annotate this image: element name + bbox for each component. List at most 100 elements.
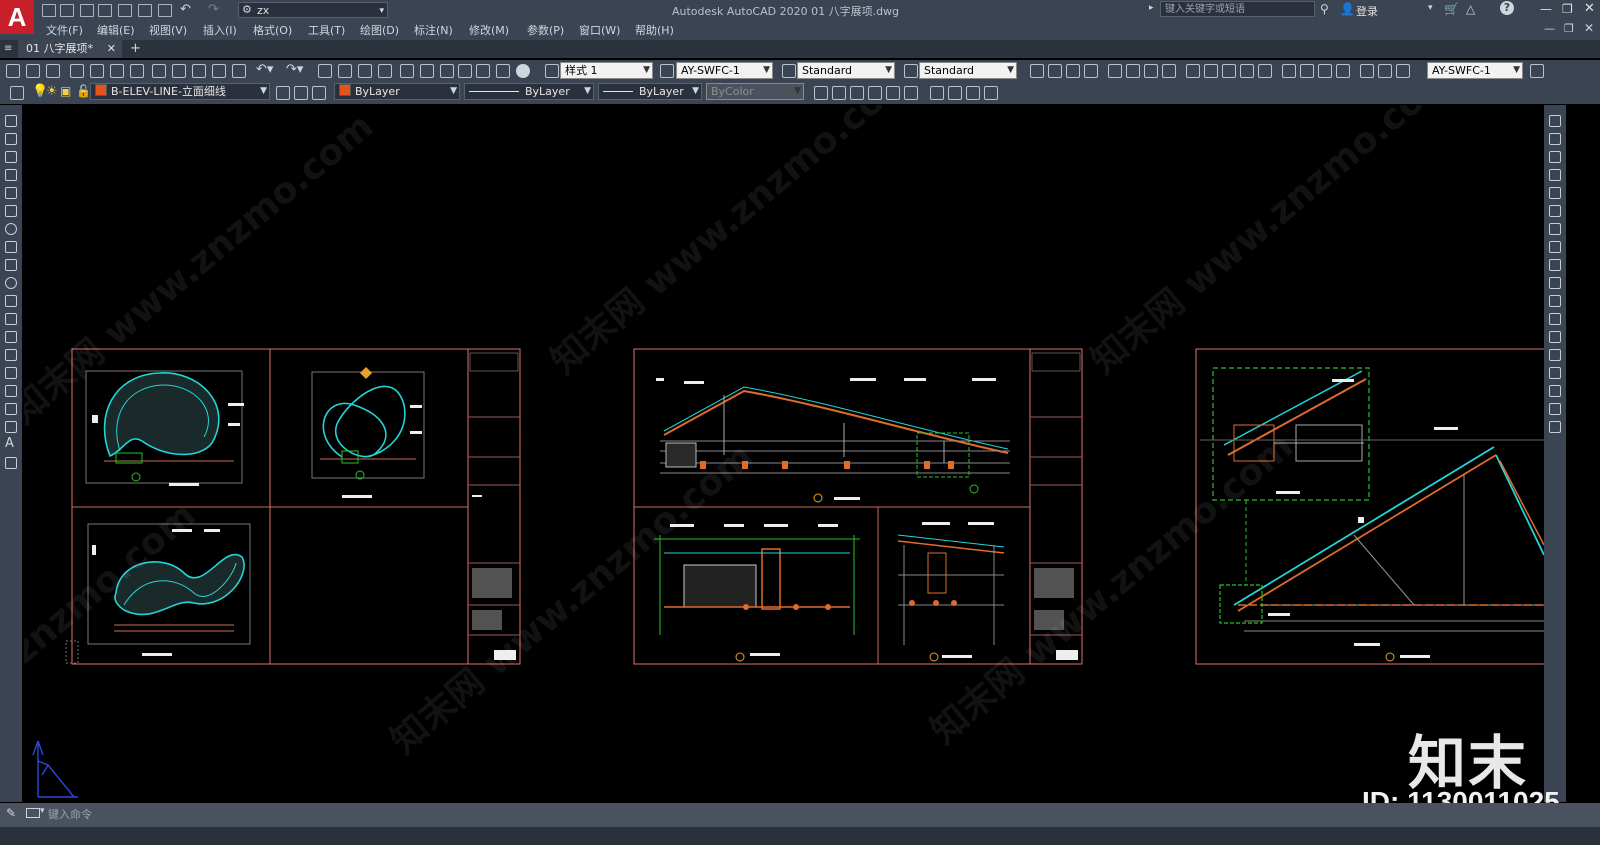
copy-object-icon[interactable] — [1549, 133, 1561, 145]
qnew-icon[interactable] — [6, 64, 20, 78]
cart-icon[interactable]: 🛒 — [1444, 2, 1459, 16]
copy-icon[interactable] — [172, 64, 186, 78]
polyline-icon[interactable] — [5, 151, 17, 163]
login-link[interactable]: 登录 — [1356, 3, 1378, 19]
command-history-icon[interactable] — [26, 808, 40, 818]
dim-diameter-icon[interactable] — [1144, 64, 1158, 78]
dim-text-edit-icon[interactable] — [1378, 64, 1392, 78]
dim-ordinate-icon[interactable] — [1084, 64, 1098, 78]
scale-icon[interactable] — [1549, 241, 1561, 253]
layer-isolate-icon[interactable] — [814, 86, 828, 100]
menu-parametric[interactable]: 参数(P) — [527, 22, 564, 38]
insert-block-icon[interactable] — [5, 313, 17, 325]
menu-help[interactable]: 帮助(H) — [635, 22, 674, 38]
new-file-icon[interactable] — [42, 4, 56, 17]
rectangle-icon[interactable] — [5, 187, 17, 199]
dim-break-icon[interactable] — [1258, 64, 1272, 78]
rotate-icon[interactable] — [1549, 223, 1561, 235]
table-icon[interactable] — [5, 421, 17, 433]
layer-properties-icon[interactable] — [10, 86, 24, 100]
construction-line-icon[interactable] — [5, 133, 17, 145]
binoculars-icon[interactable]: ⚲ — [1320, 2, 1329, 16]
plot-icon[interactable] — [158, 4, 172, 17]
tab-document[interactable]: 01 八字展项* ✕ — [18, 40, 122, 58]
design-center-icon[interactable] — [420, 64, 434, 78]
match-properties-icon[interactable] — [212, 64, 226, 78]
arc-icon[interactable] — [5, 205, 17, 217]
dim-style-select[interactable]: AY-SWFC-1 ▼ — [676, 62, 773, 79]
calculator-icon[interactable] — [496, 64, 510, 78]
mleader-style-icon[interactable] — [904, 64, 918, 78]
zoom-previous-icon[interactable] — [378, 64, 392, 78]
text-style-icon[interactable] — [545, 64, 559, 78]
explode-icon[interactable] — [1549, 421, 1561, 433]
dim-continue-icon[interactable] — [1222, 64, 1236, 78]
new-tab-button[interactable]: + — [130, 41, 141, 56]
search-expand-icon[interactable]: ▸ — [1149, 3, 1154, 13]
login-dropdown-icon[interactable]: ▾ — [1428, 3, 1433, 13]
help-icon[interactable]: ? — [1500, 1, 1514, 15]
plot-icon-2[interactable] — [70, 64, 84, 78]
menu-format[interactable]: 格式(O) — [253, 22, 292, 38]
linetype-select[interactable]: ByLayer ▼ — [464, 83, 594, 100]
table-style-icon[interactable] — [782, 64, 796, 78]
menu-file[interactable]: 文件(F) — [46, 22, 83, 38]
command-customize-icon[interactable]: ✎ — [6, 806, 16, 820]
user-icon[interactable]: 👤 — [1340, 2, 1355, 16]
layer-viewport-icon[interactable]: ▣ — [60, 84, 71, 98]
workspace-select[interactable]: ⚙ zx ▾ — [238, 2, 388, 18]
make-current-layer-icon[interactable] — [276, 86, 290, 100]
block-editor-icon[interactable] — [232, 64, 246, 78]
layer-thaw-all-icon[interactable] — [984, 86, 998, 100]
paste-icon[interactable] — [192, 64, 206, 78]
open-web-icon[interactable] — [118, 4, 132, 17]
layer-delete-icon[interactable] — [948, 86, 962, 100]
start-tab-icon[interactable]: ≡ — [4, 43, 12, 54]
layer-match-icon[interactable] — [312, 86, 326, 100]
3dprint-icon[interactable] — [130, 64, 144, 78]
properties-icon[interactable] — [400, 64, 414, 78]
layer-on-all-icon[interactable] — [966, 86, 980, 100]
dim-angular-icon[interactable] — [1162, 64, 1176, 78]
open-icon[interactable] — [26, 64, 40, 78]
move-icon[interactable] — [1549, 205, 1561, 217]
doc-minimize-icon[interactable]: — — [1544, 22, 1555, 35]
doc-restore-icon[interactable]: ❐ — [1564, 22, 1574, 35]
menu-draw[interactable]: 绘图(D) — [360, 22, 399, 38]
help-icon-2[interactable] — [516, 64, 530, 78]
circle-icon[interactable] — [5, 223, 17, 235]
save-icon-2[interactable] — [46, 64, 60, 78]
extend-icon[interactable] — [1549, 295, 1561, 307]
tool-palettes-icon[interactable] — [440, 64, 454, 78]
offset-icon[interactable] — [1549, 169, 1561, 181]
layer-select[interactable]: B-ELEV-LINE-立面细线 ▼ — [90, 83, 270, 100]
layer-merge-icon[interactable] — [930, 86, 944, 100]
dim-arc-icon[interactable] — [1066, 64, 1080, 78]
layer-previous-icon[interactable] — [294, 86, 308, 100]
array-icon[interactable] — [1549, 187, 1561, 199]
plot-preview-icon[interactable] — [90, 64, 104, 78]
blend-curves-icon[interactable] — [1549, 403, 1561, 415]
menu-dimension[interactable]: 标注(N) — [414, 22, 453, 38]
dim-radius-icon[interactable] — [1108, 64, 1122, 78]
dimension-style-select-right[interactable]: AY-SWFC-1 ▼ — [1427, 62, 1523, 79]
zoom-window-icon[interactable] — [358, 64, 372, 78]
layer-lock-icon[interactable] — [886, 86, 900, 100]
menu-modify[interactable]: 修改(M) — [469, 22, 509, 38]
break-at-point-icon[interactable] — [1549, 313, 1561, 325]
publish-icon[interactable] — [110, 64, 124, 78]
dim-linear-icon[interactable] — [1030, 64, 1044, 78]
redo-icon[interactable]: ↷ — [208, 2, 219, 17]
mirror-icon[interactable] — [1549, 151, 1561, 163]
save-icon[interactable] — [80, 4, 94, 17]
tab-close-icon[interactable]: ✕ — [107, 40, 116, 58]
gradient-icon[interactable] — [5, 385, 17, 397]
layer-thaw-sun-icon[interactable]: ☀ — [46, 84, 58, 99]
dim-style-icon[interactable] — [660, 64, 674, 78]
layer-freeze-icon[interactable] — [868, 86, 882, 100]
drawing-sheet-1[interactable] — [65, 348, 521, 665]
spline-icon[interactable] — [5, 259, 17, 271]
cut-icon[interactable] — [152, 64, 166, 78]
trim-icon[interactable] — [1549, 277, 1561, 289]
erase-icon[interactable] — [1549, 115, 1561, 127]
